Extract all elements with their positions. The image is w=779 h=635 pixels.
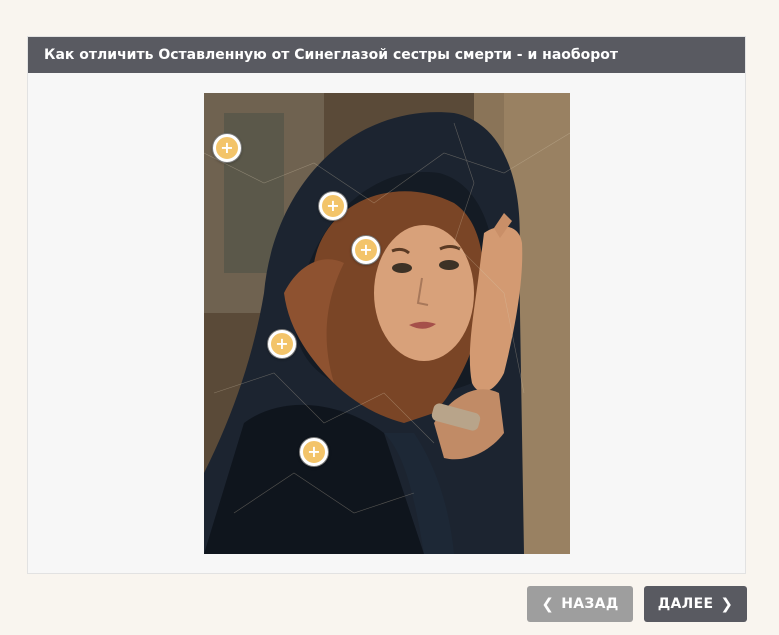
photo-illustration xyxy=(204,93,570,554)
next-button-label: ДАЛЕЕ xyxy=(657,596,714,612)
hotspot-marker-5[interactable]: + xyxy=(300,438,328,466)
plus-icon: + xyxy=(307,442,321,461)
content-panel: Как отличить Оставленную от Синеглазой с… xyxy=(27,36,746,574)
back-button-label: НАЗАД xyxy=(561,596,619,612)
plus-icon: + xyxy=(220,138,234,157)
back-button[interactable]: ❮ НАЗАД xyxy=(527,586,633,622)
plus-icon: + xyxy=(326,196,340,215)
photo-woman-in-hood xyxy=(204,93,570,554)
next-button[interactable]: ДАЛЕЕ ❯ xyxy=(644,586,747,622)
hotspot-marker-1[interactable]: + xyxy=(213,134,241,162)
plus-icon: + xyxy=(275,334,289,353)
chevron-left-icon: ❮ xyxy=(541,595,555,613)
chevron-right-icon: ❯ xyxy=(720,595,734,613)
hotspot-marker-2[interactable]: + xyxy=(319,192,347,220)
hotspot-marker-4[interactable]: + xyxy=(268,330,296,358)
plus-icon: + xyxy=(359,240,373,259)
hotspot-marker-3[interactable]: + xyxy=(352,236,380,264)
panel-title: Как отличить Оставленную от Синеглазой с… xyxy=(28,37,745,73)
